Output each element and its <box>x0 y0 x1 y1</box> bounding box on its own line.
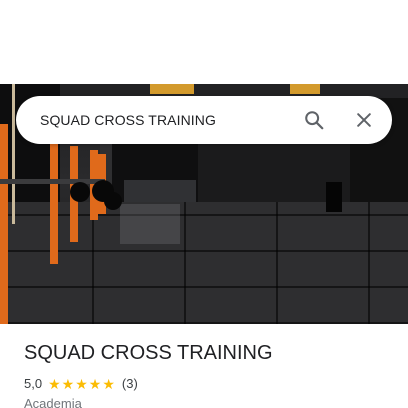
search-input[interactable]: SQUAD CROSS TRAINING <box>16 112 302 128</box>
photo-floor-mats <box>0 202 408 324</box>
photo-rack-post <box>50 142 58 264</box>
star-icon: ★ <box>61 375 75 392</box>
rating-value: 5,0 <box>24 376 43 391</box>
photo-medicine-ball <box>104 192 122 210</box>
star-icon: ★ <box>88 375 102 392</box>
photo-rack-bar <box>0 179 105 184</box>
place-title[interactable]: SQUAD CROSS TRAINING <box>24 342 273 365</box>
star-icon: ★ <box>102 375 115 392</box>
maps-place-screen: SQUAD CROSS TRAINING SQUAD CROSS TRAININ… <box>0 0 408 408</box>
close-icon[interactable] <box>352 108 376 132</box>
search-bar[interactable]: SQUAD CROSS TRAINING <box>16 96 392 144</box>
photo-floor-light <box>120 204 180 244</box>
star-icon: ★ <box>75 375 88 392</box>
review-count[interactable]: (3) <box>122 376 138 391</box>
photo-ceiling-accent <box>150 84 194 94</box>
photo-climbing-rope <box>12 84 15 224</box>
photo-ceiling-accent <box>290 84 320 94</box>
place-category: Academia <box>24 396 82 408</box>
photo-rack-post <box>0 124 8 324</box>
star-rating: ★ ★ ★ ★ ★ <box>48 377 116 391</box>
search-icon[interactable] <box>302 108 326 132</box>
star-icon: ★ <box>48 375 61 392</box>
photo-trash-bin <box>326 182 342 212</box>
photo-medicine-ball <box>70 182 90 202</box>
rating-row[interactable]: 5,0 ★ ★ ★ ★ ★ (3) <box>24 376 138 391</box>
